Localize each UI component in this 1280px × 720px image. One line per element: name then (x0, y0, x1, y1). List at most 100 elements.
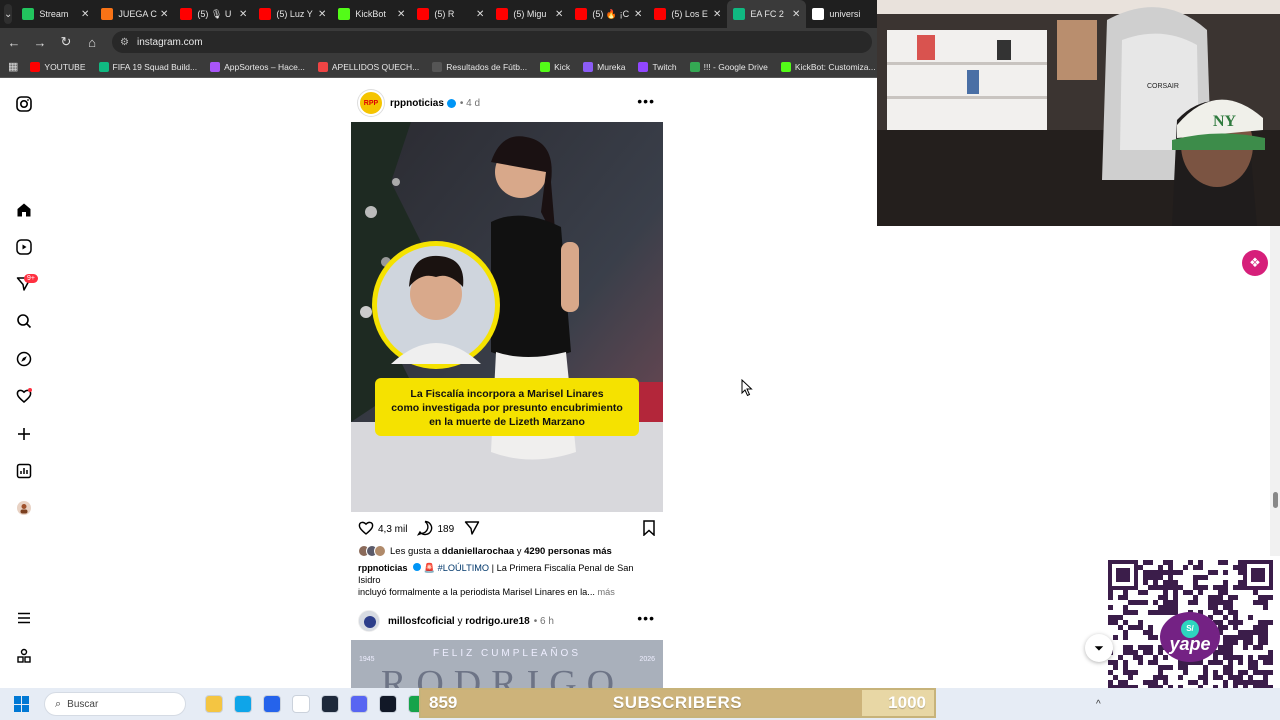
news-photo: La Fiscalía incorpora a Marisel Linares … (351, 122, 663, 512)
taskbar-search[interactable]: ⌕ Buscar (44, 692, 186, 716)
post2-time[interactable]: • 6 h (534, 616, 554, 627)
bookmark-favicon-icon (689, 61, 700, 72)
taskbar-app-icon[interactable] (321, 695, 339, 713)
bookmark-item[interactable]: FIFA 19 Squad Build... (98, 61, 197, 72)
post-username[interactable]: rppnoticias (390, 98, 444, 109)
post2-year-right: 2026 (639, 656, 655, 663)
notifications-icon[interactable] (14, 386, 34, 406)
home-browser-icon[interactable]: ⌂ (80, 30, 104, 54)
browser-tab[interactable]: EA FC 2 ✕ (727, 0, 807, 28)
taskbar-app-icon[interactable] (205, 695, 223, 713)
more-options-icon[interactable]: ••• (637, 93, 655, 109)
address-bar[interactable]: ⚙ instagram.com (112, 31, 872, 53)
bookmark-label: Resultados de Fútb... (446, 61, 528, 72)
home-icon[interactable] (14, 200, 34, 220)
post2-username-1[interactable]: millosfcoficial (388, 616, 455, 627)
tab-favicon-icon (812, 8, 825, 20)
apps-grid-icon[interactable]: ▦ (8, 60, 18, 73)
close-tab-icon[interactable]: ✕ (713, 9, 721, 20)
liked-by-user[interactable]: ddaniellarochaa (442, 546, 514, 557)
create-icon[interactable] (14, 424, 34, 444)
bookmark-item[interactable]: AppSorteos – Hace... (210, 61, 305, 72)
taskbar-app-icon[interactable] (379, 695, 397, 713)
like-icon[interactable] (358, 520, 374, 539)
caption-hashtag[interactable]: #LOÚLTIMO (438, 563, 489, 573)
bookmark-item[interactable]: APELLIDOS QUECH... (317, 61, 419, 72)
tab-search-icon[interactable]: ⌄ (4, 4, 13, 24)
liked-by-others[interactable]: 4290 personas más (524, 546, 612, 557)
bookmark-item[interactable]: Twitch (638, 61, 677, 72)
profile-icon[interactable] (14, 498, 34, 518)
search-icon: ⌕ (55, 697, 62, 710)
site-info-icon[interactable]: ⚙ (120, 37, 129, 48)
taskbar-app-icon[interactable] (234, 695, 252, 713)
forward-icon[interactable]: → (28, 30, 52, 54)
post-time[interactable]: • 4 d (460, 98, 480, 109)
close-tab-icon[interactable]: ✕ (239, 9, 247, 20)
liked-by-and: y (516, 545, 522, 557)
browser-tab[interactable]: (5) 🔥 ¡C ✕ (569, 0, 648, 28)
close-tab-icon[interactable]: ✕ (476, 9, 484, 20)
avatar[interactable] (358, 610, 380, 632)
taskbar-app-icon[interactable] (292, 695, 310, 713)
taskbar-app-icon[interactable] (350, 695, 368, 713)
likes-count[interactable]: 4,3 mil (378, 524, 407, 535)
close-tab-icon[interactable]: ✕ (792, 9, 800, 20)
post2-image[interactable]: FELIZ CUMPLEAÑOS 1945 2026 RODRIGO (351, 640, 663, 688)
browser-tab[interactable]: universi (806, 0, 885, 28)
browser-tab[interactable]: KickBot ✕ (332, 0, 411, 28)
close-tab-icon[interactable]: ✕ (318, 9, 326, 20)
browser-tab[interactable]: JUEGA C ✕ (95, 0, 174, 28)
post2-username-2[interactable]: rodrigo.ure18 (465, 616, 529, 627)
windows-start-icon[interactable] (14, 696, 30, 712)
close-tab-icon[interactable]: ✕ (555, 9, 563, 20)
close-tab-icon[interactable]: ✕ (160, 9, 168, 20)
dashboard-icon[interactable] (14, 461, 34, 481)
browser-tab[interactable]: (5) Migu ✕ (490, 0, 569, 28)
tab-label: Stream (39, 9, 69, 19)
close-tab-icon[interactable]: ✕ (634, 9, 642, 20)
more-options-icon[interactable]: ••• (637, 610, 655, 626)
siren-icon: 🚨 (423, 563, 436, 573)
bookmark-favicon-icon (540, 61, 551, 72)
bookmark-item[interactable]: KickBot: Customiza... (780, 61, 876, 72)
taskbar-app-icon[interactable] (263, 695, 281, 713)
browser-tab[interactable]: (5) Luz Y ✕ (253, 0, 332, 28)
caption-username[interactable]: rppnoticias (358, 563, 408, 573)
browser-tab[interactable]: (5) R ✕ (411, 0, 490, 28)
menu-icon[interactable] (14, 608, 34, 628)
explore-icon[interactable] (14, 349, 34, 369)
comment-icon[interactable] (417, 520, 433, 539)
avatar[interactable]: RPP (358, 90, 384, 116)
bookmark-item[interactable]: Kick (540, 61, 570, 72)
comments-count[interactable]: 189 (437, 524, 454, 535)
save-icon[interactable] (642, 519, 656, 539)
filter-icon[interactable]: ⏷ (1085, 634, 1113, 662)
close-tab-icon[interactable]: ✕ (81, 9, 89, 20)
scroll-thumb[interactable] (1273, 492, 1278, 508)
browser-tab[interactable]: (5) Los E ✕ (648, 0, 727, 28)
instagram-icon[interactable] (14, 94, 34, 114)
browser-tab[interactable]: Stream ✕ (16, 0, 95, 28)
browser-tab[interactable]: (5) 🎙 U ✕ (174, 0, 253, 28)
also-from-meta-icon[interactable] (14, 646, 34, 666)
bookmark-item[interactable]: !!! - Google Drive (689, 61, 768, 72)
reels-icon[interactable] (14, 237, 34, 257)
back-icon[interactable]: ← (2, 30, 26, 54)
caption-more-link[interactable]: más (598, 587, 615, 597)
bookmark-favicon-icon (98, 61, 109, 72)
bookmark-item[interactable]: YOUTUBE (30, 61, 86, 72)
bookmark-label: Mureka (597, 61, 626, 72)
page-scrollbar[interactable] (1270, 226, 1280, 556)
search-icon[interactable] (14, 311, 34, 331)
extension-icon[interactable]: ❖ (1242, 250, 1268, 276)
bookmark-favicon-icon (638, 61, 649, 72)
tray-chevron-icon[interactable]: ^ (1096, 699, 1101, 710)
reload-icon[interactable]: ↻ (54, 30, 78, 54)
share-icon[interactable] (464, 520, 480, 539)
bookmark-label: !!! - Google Drive (703, 61, 768, 72)
close-tab-icon[interactable]: ✕ (397, 9, 405, 20)
bookmark-item[interactable]: Mureka (583, 61, 626, 72)
post-image[interactable]: La Fiscalía incorpora a Marisel Linares … (351, 122, 663, 512)
bookmark-item[interactable]: Resultados de Fútb... (432, 61, 528, 72)
